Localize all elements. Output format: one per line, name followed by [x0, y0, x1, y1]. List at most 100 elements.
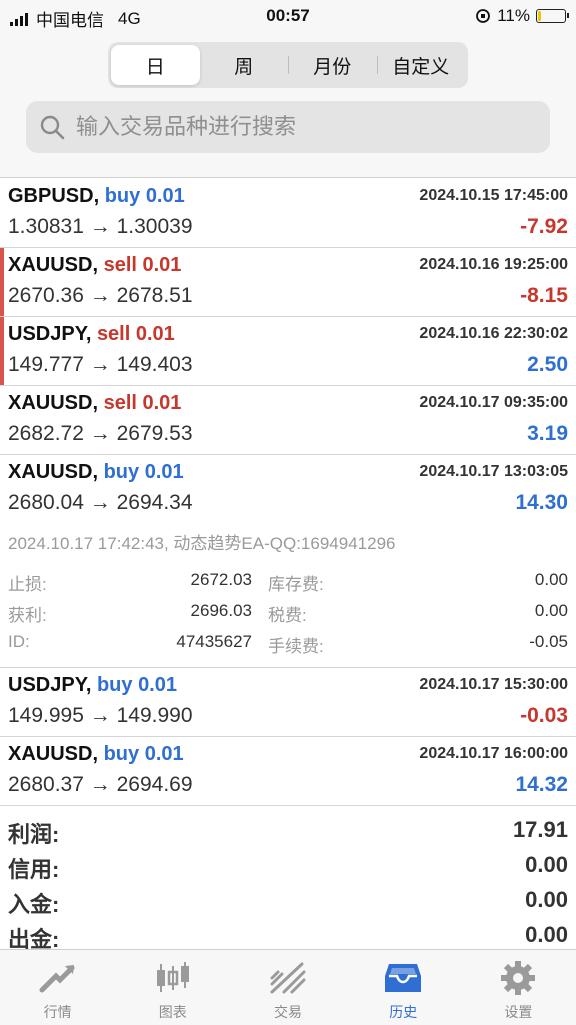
trade-history-list: GBPUSD, buy 0.01 2024.10.15 17:45:00 1.3… [0, 179, 576, 806]
trade-side: sell 0.01 [96, 323, 175, 345]
row-marker [0, 248, 4, 316]
trade-profit: 2.50 [527, 353, 568, 376]
summary-value: 0.00 [525, 887, 568, 912]
trade-row[interactable]: GBPUSD, buy 0.01 2024.10.15 17:45:00 1.3… [0, 179, 576, 248]
trade-side: buy 0.01 [96, 674, 177, 696]
tp-value: 2696.03 [190, 601, 252, 620]
summary-withdrawal: 出金: 0.00 [0, 916, 576, 952]
summary-deposit: 入金: 0.00 [0, 881, 576, 917]
tax-value: 0.00 [534, 601, 568, 620]
trade-datetime: 2024.10.17 09:35:00 [419, 394, 568, 411]
row-marker [0, 317, 4, 385]
nav-label: 历史 [389, 1004, 418, 1020]
trade-symbol: GBPUSD, [8, 185, 100, 207]
nav-label: 图表 [158, 1004, 187, 1020]
chart-icon [156, 962, 189, 992]
trade-prices: 1.30831 → 1.30039 [8, 215, 193, 238]
swap-label: 库存费: [268, 575, 324, 594]
trade-details-panel: 2024.10.17 17:42:43, 动态趋势EA-QQ:169494129… [0, 523, 576, 668]
nav-history[interactable]: 历史 [346, 950, 461, 1025]
id-label: ID: [8, 632, 30, 651]
trade-profit: 14.30 [515, 491, 568, 514]
trade-prices: 2670.36 → 2678.51 [8, 284, 193, 307]
trade-datetime: 2024.10.16 22:30:02 [419, 325, 568, 342]
tab-day[interactable]: 日 [111, 45, 200, 85]
nav-trade[interactable]: 交易 [230, 950, 345, 1025]
trade-prices: 2680.04 → 2694.34 [8, 491, 193, 514]
battery-percent: 11% [497, 6, 530, 25]
trade-icon [270, 962, 306, 994]
nav-label: 设置 [504, 1004, 533, 1020]
sl-label: 止损: [8, 575, 47, 594]
nav-label: 行情 [43, 1004, 72, 1020]
swap-value: 0.00 [534, 570, 568, 589]
trade-row[interactable]: USDJPY, buy 0.01 2024.10.17 15:30:00 149… [0, 668, 576, 737]
fee-label: 手续费: [268, 637, 324, 656]
rotation-lock-icon [476, 9, 491, 23]
history-header: 日 周 月份 自定义 [0, 34, 576, 178]
trade-comment: 2024.10.17 17:42:43, 动态趋势EA-QQ:169494129… [8, 534, 396, 553]
trade-profit: 3.19 [527, 422, 568, 445]
trade-datetime: 2024.10.16 19:25:00 [419, 256, 568, 273]
trade-prices: 149.995 → 149.990 [8, 704, 193, 727]
trade-symbol: XAUUSD, [8, 392, 99, 414]
trade-symbol: XAUUSD, [8, 461, 99, 483]
trade-row-expanded[interactable]: XAUUSD, buy 0.01 2024.10.17 13:03:05 268… [0, 455, 576, 523]
account-summary: 利润: 17.91 信用: 0.00 入金: 0.00 出金: 0.00 [0, 811, 576, 952]
trade-prices: 2682.72 → 2679.53 [8, 422, 193, 445]
tax-label: 税费: [268, 606, 307, 625]
status-bar: 中国电信 4G 00:57 11% [0, 0, 576, 34]
trade-side: buy 0.01 [104, 185, 185, 207]
summary-label: 信用: [8, 857, 60, 882]
battery-icon [536, 9, 569, 23]
trade-symbol: XAUUSD, [8, 743, 99, 765]
trade-symbol: USDJPY, [8, 674, 92, 696]
trade-side: buy 0.01 [103, 743, 184, 765]
search-input[interactable] [74, 113, 518, 141]
trade-side: sell 0.01 [103, 254, 182, 276]
search-icon [40, 115, 65, 140]
settings-icon [501, 961, 536, 995]
trade-profit: -7.92 [520, 215, 568, 238]
trade-row[interactable]: USDJPY, sell 0.01 2024.10.16 22:30:02 14… [0, 317, 576, 386]
summary-profit: 利润: 17.91 [0, 811, 576, 847]
nav-label: 交易 [274, 1004, 302, 1020]
summary-value: 0.00 [525, 852, 568, 877]
nav-chart[interactable]: 图表 [115, 950, 230, 1025]
trade-row[interactable]: XAUUSD, sell 0.01 2024.10.17 09:35:00 26… [0, 386, 576, 455]
trade-row[interactable]: XAUUSD, buy 0.01 2024.10.17 16:00:00 268… [0, 737, 576, 806]
trade-side: sell 0.01 [103, 392, 182, 414]
fee-value: -0.05 [529, 632, 568, 651]
history-icon [385, 964, 422, 992]
quotes-icon [39, 965, 75, 993]
trade-profit: -0.03 [520, 704, 568, 727]
bottom-tab-bar: 行情 图表 交易 历史 设置 [0, 949, 576, 1025]
trade-profit: 14.32 [515, 773, 568, 796]
tab-week[interactable]: 周 [200, 45, 289, 85]
trade-datetime: 2024.10.17 16:00:00 [419, 745, 568, 762]
trade-datetime: 2024.10.17 15:30:00 [419, 676, 568, 693]
trade-datetime: 2024.10.15 17:45:00 [419, 187, 568, 204]
sl-value: 2672.03 [190, 570, 252, 589]
symbol-search-box[interactable] [26, 101, 550, 153]
trade-datetime: 2024.10.17 13:03:05 [419, 463, 568, 480]
tp-label: 获利: [8, 606, 47, 625]
summary-label: 利润: [8, 822, 60, 847]
trade-row[interactable]: XAUUSD, sell 0.01 2024.10.16 19:25:00 26… [0, 248, 576, 317]
id-value: 47435627 [176, 632, 252, 651]
summary-label: 入金: [8, 892, 60, 917]
tab-month[interactable]: 月份 [288, 45, 377, 85]
period-segmented-control: 日 周 月份 自定义 [108, 42, 468, 88]
nav-settings[interactable]: 设置 [461, 950, 576, 1025]
trade-profit: -8.15 [520, 284, 568, 307]
trade-symbol: XAUUSD, [8, 254, 99, 276]
summary-value: 17.91 [512, 817, 568, 842]
summary-credit: 信用: 0.00 [0, 846, 576, 882]
summary-value: 0.00 [525, 922, 568, 947]
nav-quotes[interactable]: 行情 [0, 950, 115, 1025]
tab-custom[interactable]: 自定义 [376, 45, 466, 85]
trade-prices: 149.777 → 149.403 [8, 353, 193, 376]
trade-side: buy 0.01 [103, 461, 184, 483]
trade-symbol: USDJPY, [8, 323, 92, 345]
trade-prices: 2680.37 → 2694.69 [8, 773, 193, 796]
